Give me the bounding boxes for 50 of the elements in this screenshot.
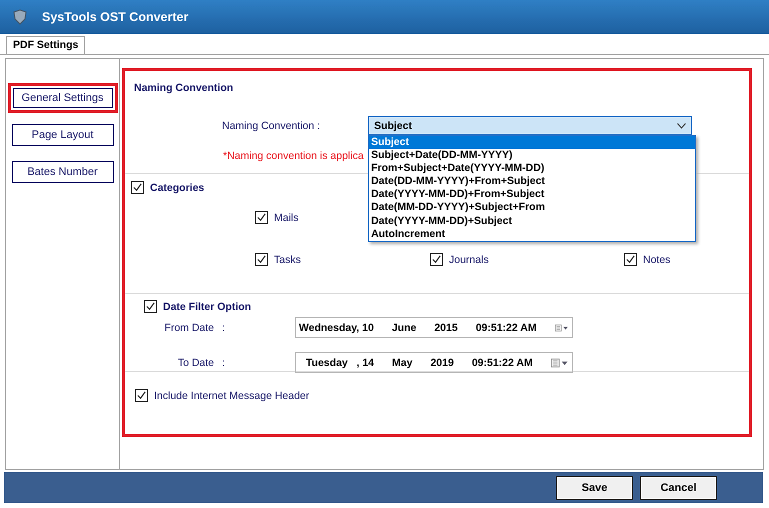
dropdown-option[interactable]: Date(MM-DD-YYYY)+Subject+From	[369, 201, 696, 215]
date-part: 2019	[430, 356, 454, 368]
dropdown-option[interactable]: Subject+Date(DD-MM-YYYY)	[369, 149, 696, 162]
dropdown-option[interactable]: Date(YYYY-MM-DD)+From+Subject	[369, 188, 696, 202]
date-part: 2015	[434, 322, 458, 334]
tab[interactable]: PDF Settings	[6, 36, 86, 54]
date-part: June	[392, 322, 416, 334]
sidebar-button[interactable]: General Settings	[8, 83, 118, 113]
checkbox[interactable]	[135, 389, 148, 402]
date-part: 09:51:22 AM	[476, 322, 537, 334]
group-title: Naming Convention	[134, 82, 234, 94]
sidebar-button[interactable]: Bates Number	[12, 161, 114, 183]
date-picker[interactable]: Wednesday, 10 June 2015 09:51:22 AM	[294, 317, 573, 338]
dropdown-option[interactable]: AutoIncrement	[369, 228, 696, 241]
colon-text: :	[222, 322, 225, 334]
dropdown-option[interactable]: Date(DD-MM-YYYY)+From+Subject	[369, 175, 696, 188]
checkbox[interactable]	[144, 300, 157, 313]
dropdown-option[interactable]: From+Subject+Date(YYYY-MM-DD)	[369, 162, 696, 176]
window-title: SysTools OST Converter	[42, 10, 188, 24]
date-part: Tuesday , 14	[306, 356, 374, 368]
field-label: Naming Convention :	[222, 120, 320, 132]
checkbox-label: Include Internet Message Header	[154, 390, 310, 402]
calendar-icon	[554, 322, 568, 334]
date-part: May	[392, 356, 412, 368]
date-part: 09:51:22 AM	[472, 356, 533, 368]
checkbox-label: Journals	[449, 254, 489, 266]
checkbox[interactable]	[430, 253, 443, 266]
checkbox[interactable]	[624, 253, 637, 266]
dropdown-option[interactable]: Subject	[369, 136, 696, 150]
calendar-icon	[550, 356, 568, 368]
warning-note: *Naming convention is applica	[223, 150, 364, 162]
footer-button[interactable]: Save	[556, 476, 633, 500]
footer-button[interactable]: Cancel	[640, 476, 717, 500]
field-label: From Date	[163, 322, 214, 334]
date-part: Wednesday, 10	[298, 322, 374, 334]
colon-text: :	[222, 356, 225, 368]
chevron-icon	[677, 122, 686, 128]
checkbox-label: Mails	[274, 212, 299, 224]
shield-logo-icon	[12, 9, 28, 25]
checkbox[interactable]	[255, 211, 268, 224]
sidebar-button[interactable]: Page Layout	[12, 124, 114, 146]
checkbox-label: Categories	[150, 182, 204, 194]
checkbox[interactable]	[255, 253, 268, 266]
checkbox-label: Notes	[643, 254, 670, 266]
dropdown-option[interactable]: Date(YYYY-MM-DD)+Subject	[369, 214, 696, 228]
checkbox-label: Date Filter Option	[163, 300, 252, 312]
field-label: To Date	[176, 356, 214, 368]
checkbox[interactable]	[131, 181, 144, 194]
date-picker[interactable]: Tuesday , 14 May 2019 09:51:22 AM	[294, 352, 573, 373]
checkbox-label: Tasks	[274, 254, 301, 266]
